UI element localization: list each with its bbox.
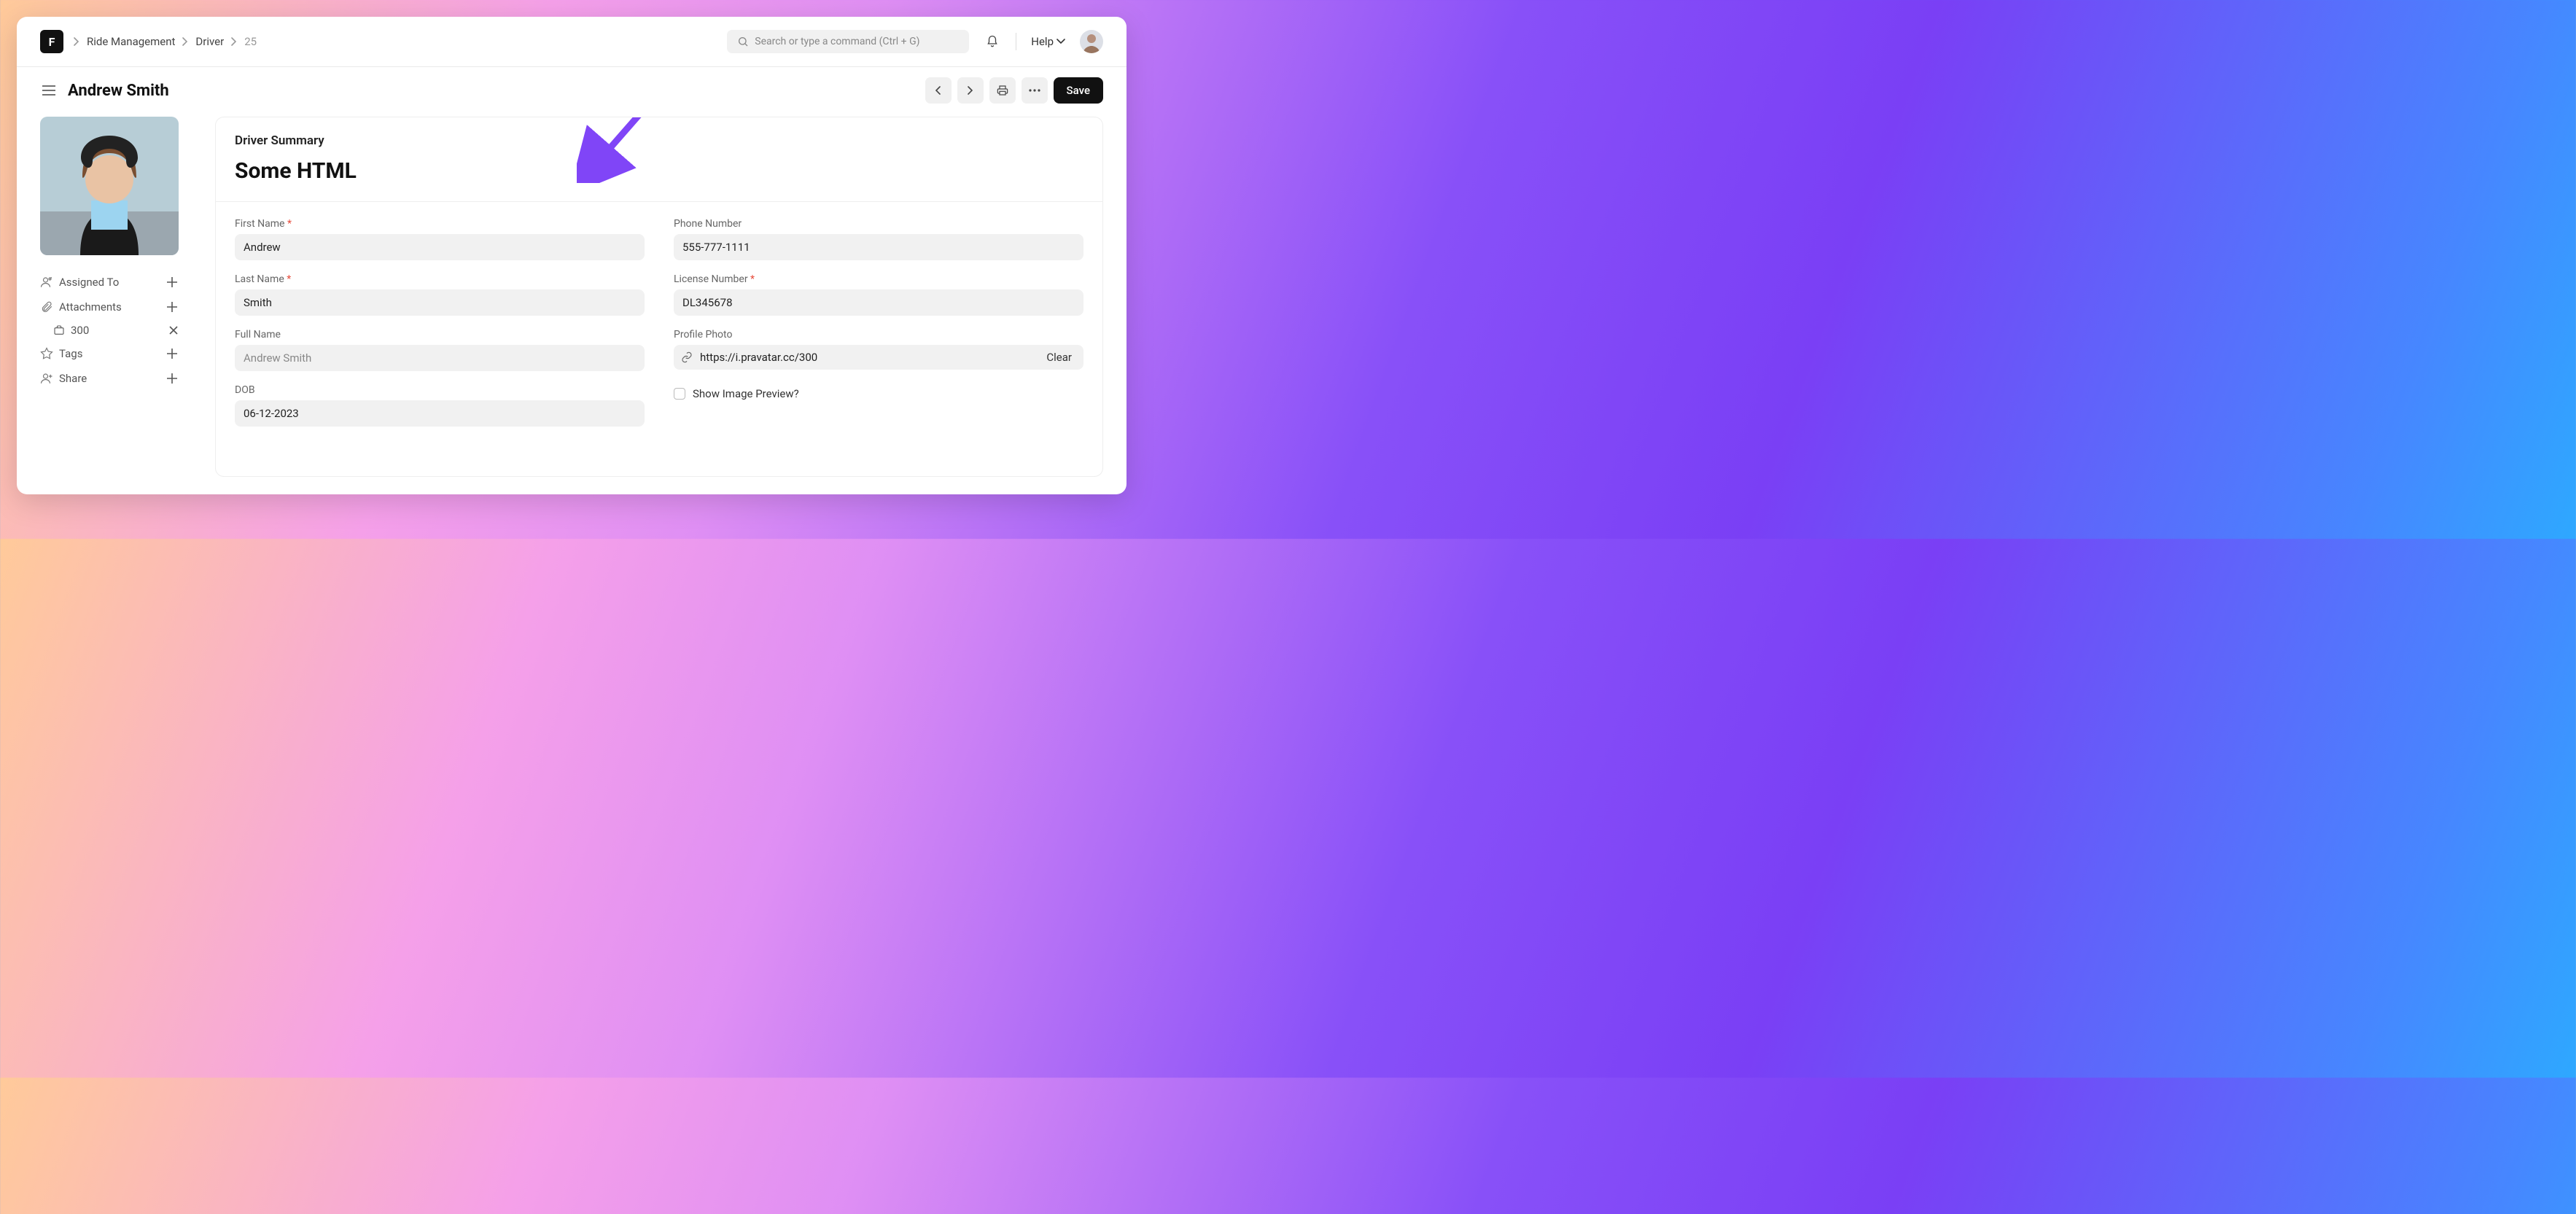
profile-photo[interactable] xyxy=(40,117,179,255)
page-body: Assigned To Attachments 300 Tags Share xyxy=(17,111,1126,494)
user-avatar[interactable] xyxy=(1080,30,1103,53)
chevron-right-icon xyxy=(968,86,973,95)
profile-photo-input[interactable]: https://i.pravatar.cc/300 Clear xyxy=(674,345,1083,370)
search-icon xyxy=(737,36,749,47)
phone-input[interactable] xyxy=(674,234,1083,260)
license-input[interactable] xyxy=(674,289,1083,316)
form-card: Driver Summary Some HTML First Name * Ph… xyxy=(215,117,1103,477)
attachment-item[interactable]: 300 xyxy=(40,319,179,341)
full-name-field: Full Name xyxy=(235,329,645,371)
card-header: Driver Summary Some HTML xyxy=(216,117,1102,202)
phone-field: Phone Number xyxy=(674,218,1083,260)
attachments-label: Attachments xyxy=(59,300,122,314)
notifications-button[interactable] xyxy=(979,28,1005,55)
dob-input[interactable] xyxy=(235,400,645,427)
assigned-to-row: Assigned To xyxy=(40,270,179,295)
more-icon xyxy=(1029,89,1040,92)
attachment-name: 300 xyxy=(71,324,89,337)
first-name-input[interactable] xyxy=(235,234,645,260)
add-share[interactable] xyxy=(166,372,179,385)
page-title: Andrew Smith xyxy=(68,82,169,100)
last-name-field: Last Name * xyxy=(235,273,645,316)
dob-field: DOB xyxy=(235,384,645,427)
add-assigned-to[interactable] xyxy=(166,276,179,289)
briefcase-icon xyxy=(53,324,65,336)
add-tag[interactable] xyxy=(166,347,179,360)
page-actions: Save xyxy=(925,77,1103,104)
help-button[interactable]: Help xyxy=(1027,35,1070,48)
logo-letter: F xyxy=(49,35,55,49)
sidebar-toggle[interactable] xyxy=(40,82,58,99)
attachments-row: Attachments xyxy=(40,295,179,319)
print-button[interactable] xyxy=(989,77,1016,104)
profile-photo-field: Profile Photo https://i.pravatar.cc/300 … xyxy=(674,329,1083,371)
show-preview-checkbox[interactable] xyxy=(674,388,685,400)
section-title: Driver Summary xyxy=(235,133,1083,148)
breadcrumb-id: 25 xyxy=(244,35,257,48)
phone-label: Phone Number xyxy=(674,218,1083,230)
full-name-input[interactable] xyxy=(235,345,645,371)
search-input[interactable]: Search or type a command (Ctrl + G) xyxy=(727,30,969,53)
share-row: Share xyxy=(40,366,179,391)
bell-icon xyxy=(986,35,999,48)
page-header: Andrew Smith Save xyxy=(17,67,1126,111)
chevron-right-icon xyxy=(182,37,188,46)
breadcrumb-driver[interactable]: Driver xyxy=(195,35,224,48)
last-name-label: Last Name * xyxy=(235,273,645,285)
sidebar: Assigned To Attachments 300 Tags Share xyxy=(40,117,179,477)
chevron-down-icon xyxy=(1057,39,1065,44)
share-label: Share xyxy=(59,372,87,385)
show-preview-field: Show Image Preview? xyxy=(674,384,1083,427)
chevron-right-icon xyxy=(231,37,237,46)
share-icon xyxy=(40,372,53,385)
link-icon xyxy=(681,351,693,363)
remove-attachment[interactable] xyxy=(168,325,179,335)
assigned-to-icon xyxy=(40,276,53,289)
last-name-input[interactable] xyxy=(235,289,645,316)
printer-icon xyxy=(997,85,1008,96)
search-placeholder: Search or type a command (Ctrl + G) xyxy=(755,36,919,47)
license-label: License Number * xyxy=(674,273,1083,285)
add-attachment[interactable] xyxy=(166,300,179,314)
app-window: F Ride Management Driver 25 Search or ty… xyxy=(17,17,1126,494)
first-name-field: First Name * xyxy=(235,218,645,260)
license-field: License Number * xyxy=(674,273,1083,316)
profile-photo-image xyxy=(40,117,179,255)
form-grid: First Name * Phone Number Last Name * Li… xyxy=(216,202,1102,443)
breadcrumb: Ride Management Driver 25 xyxy=(74,35,257,48)
dob-label: DOB xyxy=(235,384,645,396)
help-label: Help xyxy=(1031,35,1054,48)
assigned-to-label: Assigned To xyxy=(59,276,119,289)
star-icon xyxy=(40,347,53,360)
tags-label: Tags xyxy=(59,347,82,360)
profile-photo-url: https://i.pravatar.cc/300 xyxy=(700,351,1035,364)
menu-icon xyxy=(42,85,55,96)
show-preview-label: Show Image Preview? xyxy=(693,387,799,400)
card-heading: Some HTML xyxy=(235,158,1083,184)
more-button[interactable] xyxy=(1022,77,1048,104)
clear-photo-button[interactable]: Clear xyxy=(1042,349,1076,365)
avatar-icon xyxy=(1080,30,1103,53)
chevron-left-icon xyxy=(935,86,941,95)
first-name-label: First Name * xyxy=(235,218,645,230)
save-button[interactable]: Save xyxy=(1054,77,1103,104)
app-logo[interactable]: F xyxy=(40,30,63,53)
chevron-right-icon xyxy=(74,37,79,46)
profile-photo-label: Profile Photo xyxy=(674,329,1083,341)
next-button[interactable] xyxy=(957,77,984,104)
topbar: F Ride Management Driver 25 Search or ty… xyxy=(17,17,1126,67)
tags-row: Tags xyxy=(40,341,179,366)
paperclip-icon xyxy=(40,300,53,314)
prev-button[interactable] xyxy=(925,77,952,104)
full-name-label: Full Name xyxy=(235,329,645,341)
breadcrumb-ride-management[interactable]: Ride Management xyxy=(87,35,175,48)
